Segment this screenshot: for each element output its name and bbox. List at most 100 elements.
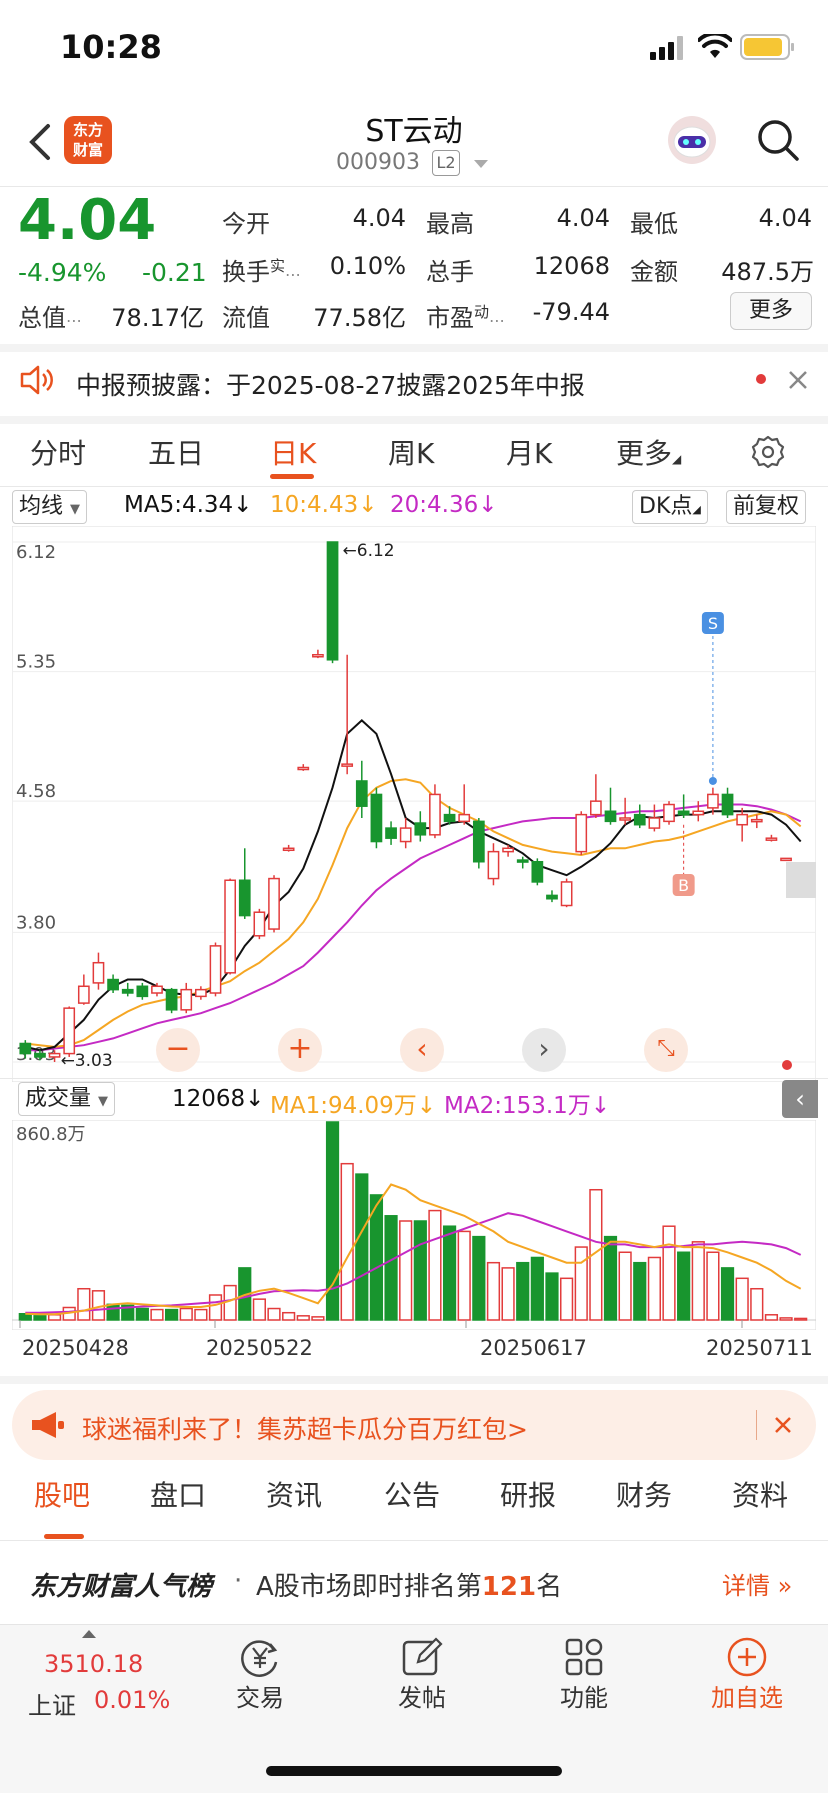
candle-body bbox=[253, 911, 266, 937]
candle-body bbox=[63, 1007, 76, 1055]
index-change[interactable]: 0.01% bbox=[94, 1686, 170, 1714]
candle-body bbox=[765, 837, 778, 841]
rank-suffix: 名 bbox=[536, 1572, 563, 1602]
volume-bar bbox=[516, 1261, 530, 1321]
pe-label[interactable]: 市盈动⋯ bbox=[426, 298, 505, 333]
volume-bar bbox=[486, 1261, 501, 1321]
tab-monthly-k[interactable]: 月K bbox=[506, 432, 552, 472]
info-icon: ⋯ bbox=[285, 265, 302, 284]
candle-body bbox=[121, 988, 134, 994]
close-icon[interactable] bbox=[774, 1416, 792, 1434]
candle-body bbox=[677, 810, 690, 816]
volume-bar bbox=[208, 1294, 223, 1321]
adjust-button[interactable]: 前复权 bbox=[726, 490, 807, 524]
tab-pankou[interactable]: 盘口 bbox=[150, 1474, 206, 1514]
alert-dot bbox=[782, 1060, 792, 1070]
rank-text: A股市场即时排名第121名 bbox=[256, 1566, 562, 1603]
level-badge[interactable]: L2 bbox=[432, 150, 460, 176]
tab-research[interactable]: 研报 bbox=[500, 1474, 556, 1514]
gear-icon[interactable] bbox=[750, 434, 786, 470]
tab-guba[interactable]: 股吧 bbox=[34, 1474, 90, 1514]
turnover-value: 0.10% bbox=[329, 252, 406, 280]
volume-bar bbox=[647, 1256, 661, 1321]
candle-body bbox=[238, 879, 251, 917]
close-icon[interactable] bbox=[788, 370, 808, 390]
zoom-out-button[interactable]: − bbox=[156, 1028, 200, 1072]
zoom-in-button[interactable]: + bbox=[278, 1028, 322, 1072]
trade-button[interactable]: 交易 bbox=[210, 1636, 310, 1713]
collapse-panel-button[interactable]: ‹ bbox=[782, 1080, 818, 1118]
tab-weekly-k[interactable]: 周K bbox=[388, 432, 434, 472]
candle-body bbox=[502, 847, 514, 853]
popularity-rank-row[interactable]: 东方财富人气榜 · A股市场即时排名第121名 详情 » bbox=[0, 1542, 828, 1622]
pan-right-button[interactable]: › bbox=[522, 1028, 566, 1072]
volume-selector[interactable]: 成交量 ▼ bbox=[18, 1082, 116, 1116]
add-watchlist-button[interactable]: 加自选 bbox=[692, 1636, 802, 1713]
more-quote-button[interactable]: 更多 bbox=[730, 292, 812, 330]
tab-daily-k[interactable]: 日K bbox=[270, 432, 316, 472]
dk-point-button[interactable]: DK点◢ bbox=[632, 490, 708, 524]
post-button[interactable]: 发帖 bbox=[372, 1636, 472, 1713]
volume-bar bbox=[296, 1315, 310, 1321]
volume-bar bbox=[545, 1272, 559, 1321]
ma-selector-label: 均线 bbox=[19, 494, 64, 519]
sell-signal-text: S bbox=[708, 614, 718, 633]
ma10-text: 10:4.43 bbox=[270, 492, 359, 518]
chart-frame bbox=[12, 526, 816, 1082]
candle-body bbox=[458, 813, 471, 823]
assistant-avatar[interactable] bbox=[668, 116, 716, 164]
caret-icon: ◢ bbox=[692, 503, 701, 516]
tab-profile[interactable]: 资料 bbox=[732, 1474, 788, 1514]
promo-divider bbox=[756, 1410, 757, 1440]
tab-more[interactable]: 更多◢ bbox=[616, 432, 681, 472]
volume-bar bbox=[194, 1308, 208, 1321]
index-name[interactable]: 上证 bbox=[28, 1686, 76, 1721]
candle-body bbox=[34, 1052, 46, 1058]
candle-body bbox=[414, 822, 427, 836]
notice-text[interactable]: 中报预披露：于2025-08-27披露2025年中报 bbox=[76, 366, 585, 402]
tab-intraday[interactable]: 分时 bbox=[30, 432, 86, 472]
tab-announcement[interactable]: 公告 bbox=[384, 1474, 440, 1514]
candle-body bbox=[209, 945, 222, 994]
pe-value: -79.44 bbox=[532, 298, 610, 326]
volume-bar bbox=[691, 1241, 705, 1321]
caret-down-icon[interactable] bbox=[474, 160, 488, 170]
candle-body bbox=[297, 766, 310, 771]
candle-body bbox=[619, 817, 632, 821]
index-value[interactable]: 3510.18 bbox=[44, 1650, 143, 1678]
candle-body bbox=[312, 654, 324, 658]
candle-body bbox=[92, 961, 105, 984]
tab-more-label: 更多 bbox=[616, 437, 673, 470]
search-icon[interactable] bbox=[756, 118, 800, 162]
promo-text[interactable]: 球迷福利来了！集苏超卡瓜分百万红包> bbox=[82, 1410, 528, 1446]
candle-body bbox=[663, 803, 675, 823]
mktcap-label[interactable]: 总值⋯ bbox=[18, 298, 82, 333]
candle-body bbox=[399, 827, 412, 843]
turnover-label[interactable]: 换手实⋯ bbox=[222, 252, 301, 287]
volume-chart[interactable]: 860.8万 bbox=[12, 1120, 816, 1330]
volume-bar bbox=[179, 1307, 193, 1321]
volume-bar bbox=[428, 1209, 442, 1321]
home-indicator bbox=[266, 1766, 562, 1776]
megaphone-icon bbox=[32, 1412, 64, 1438]
add-watchlist-label: 加自选 bbox=[711, 1684, 783, 1712]
rank-number: 121 bbox=[481, 1572, 537, 1602]
candle-body bbox=[224, 879, 237, 974]
functions-button[interactable]: 功能 bbox=[534, 1636, 634, 1713]
volume-bar bbox=[530, 1256, 544, 1321]
pan-left-button[interactable]: ‹ bbox=[400, 1028, 444, 1072]
fullscreen-button[interactable]: ⤡ bbox=[644, 1028, 688, 1072]
high-label: 最高 bbox=[426, 210, 474, 238]
ma10-line bbox=[25, 778, 802, 1048]
info-icon: ⋯ bbox=[489, 311, 506, 330]
volume-bar bbox=[282, 1311, 296, 1321]
tab-finance[interactable]: 财务 bbox=[616, 1474, 672, 1514]
caret-up-icon[interactable] bbox=[82, 1630, 96, 1638]
tab-five-day[interactable]: 五日 bbox=[148, 432, 204, 472]
candle-body bbox=[546, 894, 558, 900]
high-value: 4.04 bbox=[556, 204, 610, 232]
rank-detail-link[interactable]: 详情 » bbox=[722, 1566, 792, 1601]
candlestick-chart[interactable]: 6.125.354.583.803.03←6.12←3.03SB bbox=[12, 526, 816, 1082]
tab-news[interactable]: 资讯 bbox=[266, 1474, 322, 1514]
ma-selector[interactable]: 均线 ▼ bbox=[12, 490, 88, 524]
